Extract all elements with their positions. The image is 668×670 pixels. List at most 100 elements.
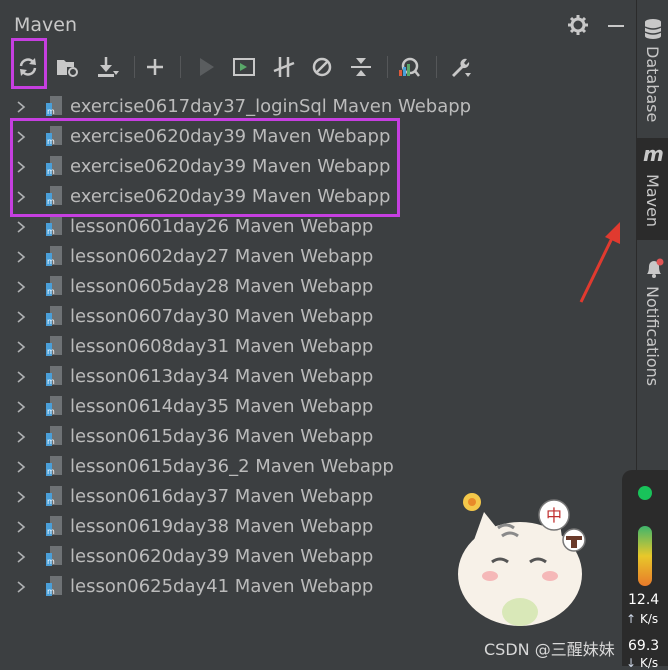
tree-item-label: lesson0601day26 Maven Webapp (70, 215, 374, 237)
tree-row[interactable]: m lesson0607day30 Maven Webapp (0, 301, 636, 331)
upload-speed-value: 12.4 (628, 592, 660, 608)
run-icon[interactable] (192, 53, 220, 81)
notifications-tab[interactable]: Notifications (637, 254, 668, 394)
maven-module-icon: m (44, 95, 66, 117)
collapse-all-icon[interactable] (347, 53, 375, 81)
generate-sources-icon[interactable] (53, 53, 81, 81)
svg-text:m: m (47, 347, 55, 356)
tree-item-label: lesson0607day30 Maven Webapp (70, 305, 374, 327)
maven-tool-window: Maven m exercise0617day37_loginSql Maven… (0, 0, 636, 666)
csdn-watermark: CSDN @三醒妹妹 (484, 640, 615, 659)
maven-module-icon: m (44, 215, 66, 237)
tree-row[interactable]: m lesson0615day36 Maven Webapp (0, 421, 636, 451)
download-speed-unit: K/s (640, 656, 659, 670)
svg-text:m: m (47, 587, 55, 596)
svg-text:m: m (47, 257, 55, 266)
chevron-right-icon[interactable] (14, 489, 28, 503)
tree-item-label: lesson0608day31 Maven Webapp (70, 335, 374, 357)
download-arrow-icon: ↓ (626, 656, 637, 670)
maven-module-icon: m (44, 365, 66, 387)
minimize-icon[interactable] (605, 14, 627, 36)
maven-module-icon: m (44, 305, 66, 327)
maven-module-icon: m (44, 275, 66, 297)
svg-text:m: m (47, 557, 55, 566)
chevron-right-icon[interactable] (14, 99, 28, 113)
download-speed-value: 69.3 (628, 638, 660, 654)
chevron-right-icon[interactable] (14, 459, 28, 473)
toolbar-separator (436, 56, 437, 78)
cat-sticker: 中 (458, 493, 586, 626)
database-tab[interactable]: Database (637, 14, 668, 124)
maven-module-icon: m (44, 545, 66, 567)
tree-row[interactable]: m lesson0605day28 Maven Webapp (0, 271, 636, 301)
tool-window-header: Maven (0, 0, 636, 46)
tree-item-label: lesson0602day27 Maven Webapp (70, 245, 374, 267)
tree-item-label: lesson0620day39 Maven Webapp (70, 545, 374, 567)
maven-module-icon: m (44, 335, 66, 357)
chevron-right-icon[interactable] (14, 369, 28, 383)
maven-module-icon: m (44, 425, 66, 447)
tree-item-label: lesson0614day35 Maven Webapp (70, 395, 374, 417)
chevron-right-icon[interactable] (14, 549, 28, 563)
database-icon (644, 18, 662, 44)
maven-module-icon: m (44, 395, 66, 417)
tree-item-label: lesson0619day38 Maven Webapp (70, 515, 374, 537)
chevron-right-icon[interactable] (14, 519, 28, 533)
chevron-right-icon[interactable] (14, 279, 28, 293)
toolbar-separator (180, 56, 181, 78)
svg-text:m: m (47, 107, 55, 116)
maven-module-icon: m (44, 575, 66, 597)
tree-item-label: lesson0605day28 Maven Webapp (70, 275, 374, 297)
duplicate-projects-highlight-box (10, 118, 400, 217)
tree-row[interactable]: m lesson0608day31 Maven Webapp (0, 331, 636, 361)
tree-row[interactable]: m lesson0614day35 Maven Webapp (0, 391, 636, 421)
wrench-icon[interactable] (446, 53, 474, 81)
svg-text:m: m (47, 287, 55, 296)
chevron-right-icon[interactable] (14, 429, 28, 443)
maven-module-icon: m (44, 485, 66, 507)
tree-item-label: lesson0616day37 Maven Webapp (70, 485, 374, 507)
tree-row[interactable]: m exercise0617day37_loginSql Maven Webap… (0, 91, 636, 121)
maven-module-icon: m (44, 245, 66, 267)
tree-item-label: lesson0615day36_2 Maven Webapp (70, 455, 394, 477)
execute-goal-icon[interactable] (230, 53, 258, 81)
toggle-offline-icon[interactable] (270, 53, 298, 81)
toolbar-separator (134, 56, 135, 78)
download-icon[interactable] (93, 53, 121, 81)
sticker-badge-text: 中 (546, 506, 562, 525)
tree-row[interactable]: m lesson0613day34 Maven Webapp (0, 361, 636, 391)
chevron-right-icon[interactable] (14, 579, 28, 593)
svg-text:m: m (47, 497, 55, 506)
toolbar-separator (387, 56, 388, 78)
status-dot (638, 486, 652, 500)
tree-row[interactable]: m lesson0615day36_2 Maven Webapp (0, 451, 636, 481)
tree-item-label: lesson0615day36 Maven Webapp (70, 425, 374, 447)
tree-row[interactable]: m lesson0602day27 Maven Webapp (0, 241, 636, 271)
upload-speed-unit: K/s (640, 612, 659, 626)
bell-icon (644, 258, 664, 284)
svg-text:m: m (47, 527, 55, 536)
chevron-right-icon[interactable] (14, 249, 28, 263)
usage-gauge (638, 526, 652, 586)
notifications-tab-label: Notifications (643, 286, 662, 387)
reload-highlight-box (11, 38, 47, 89)
svg-text:m: m (47, 467, 55, 476)
chevron-right-icon[interactable] (14, 339, 28, 353)
maven-toolbar (0, 46, 636, 88)
chevron-right-icon[interactable] (14, 309, 28, 323)
analyze-dependencies-icon[interactable] (395, 53, 423, 81)
database-tab-label: Database (643, 46, 662, 123)
chevron-right-icon[interactable] (14, 219, 28, 233)
maven-tab[interactable]: m Maven (637, 138, 668, 240)
tree-item-label: exercise0617day37_loginSql Maven Webapp (70, 95, 472, 117)
annotation-arrow-icon (579, 222, 620, 303)
chevron-right-icon[interactable] (14, 399, 28, 413)
network-speed-widget: 12.4 ↑ K/s 69.3 ↓ K/s (622, 470, 668, 670)
tree-item-label: lesson0613day34 Maven Webapp (70, 365, 374, 387)
add-icon[interactable] (141, 53, 169, 81)
skip-tests-icon[interactable] (308, 53, 336, 81)
maven-tab-icon: m (643, 142, 664, 166)
gear-icon[interactable] (567, 14, 589, 36)
svg-text:m: m (47, 377, 55, 386)
tree-item-label: lesson0625day41 Maven Webapp (70, 575, 374, 597)
